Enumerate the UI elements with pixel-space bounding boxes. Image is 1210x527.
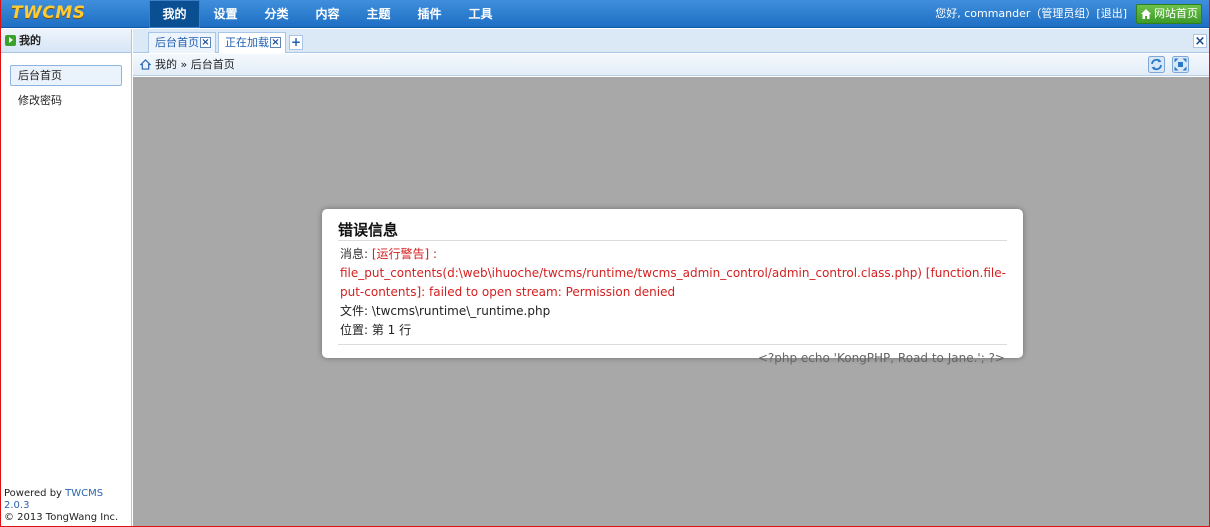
nav-item-tools[interactable]: 工具 [455, 0, 506, 28]
nav-item-themes[interactable]: 主题 [353, 0, 404, 28]
error-position: 位置: 第 1 行 [340, 323, 412, 337]
sidebar-footer: Powered by TWCMS 2.0.3 © 2013 TongWang I… [4, 488, 131, 524]
close-all-tabs-icon[interactable]: × [1193, 34, 1207, 48]
refresh-icon[interactable] [1148, 56, 1165, 73]
sidebar-menu: 后台首页 修改密码 [1, 53, 131, 127]
main-content-area: 错误信息 消息: [运行警告] : file_put_contents(d:\w… [133, 77, 1209, 526]
add-tab-button[interactable]: + [289, 35, 303, 50]
nav-item-settings[interactable]: 设置 [200, 0, 251, 28]
site-home-button[interactable]: 网站首页 [1136, 4, 1202, 24]
error-file: 文件: \twcms\runtime\_runtime.php [340, 304, 551, 318]
nav-item-plugins[interactable]: 插件 [404, 0, 455, 28]
tab-label: 后台首页 [155, 36, 199, 49]
dialog-title: 错误信息 [338, 219, 1007, 241]
expand-arrow-icon [5, 35, 16, 46]
nav-item-mine[interactable]: 我的 [149, 0, 200, 28]
main-nav: 我的 设置 分类 内容 主题 插件 工具 [149, 0, 506, 28]
tab-loading[interactable]: 正在加载 × [218, 32, 286, 53]
app-frame: TWCMS 我的 设置 分类 内容 主题 插件 工具 您好, commander… [0, 0, 1210, 527]
user-greeting: 您好, commander（管理员组） [935, 7, 1097, 20]
close-tab-icon[interactable]: × [200, 37, 211, 48]
sidebar-header: 我的 [1, 29, 131, 53]
message-tag: [运行警告] [371, 247, 430, 261]
twcms-logo: TWCMS [11, 3, 86, 23]
sidebar: 我的 后台首页 修改密码 Powered by TWCMS 2.0.3 © 20… [1, 29, 132, 526]
tab-strip: 后台首页 × 正在加载 × + × [133, 29, 1209, 53]
error-dialog: 错误信息 消息: [运行警告] : file_put_contents(d:\w… [322, 209, 1023, 365]
sidebar-item-dashboard[interactable]: 后台首页 [10, 65, 122, 86]
message-label: 消息: [340, 247, 372, 261]
error-message: 消息: [运行警告] : file_put_contents(d:\web\ih… [338, 245, 1007, 302]
breadcrumb-bar: 我的 » 后台首页 [133, 54, 1209, 76]
message-text: : file_put_contents(d:\web\ihuoche/twcms… [340, 247, 1006, 299]
top-nav-bar: TWCMS 我的 设置 分类 内容 主题 插件 工具 您好, commander… [1, 0, 1209, 28]
sidebar-title: 我的 [19, 34, 41, 47]
close-tab-icon[interactable]: × [270, 37, 281, 48]
fullscreen-icon[interactable] [1172, 56, 1189, 73]
home-icon [1141, 9, 1151, 19]
copyright-text: © 2013 TongWang Inc. [4, 512, 119, 523]
dialog-footer: <?php echo 'KongPHP, Road to Jane.'; ?> [338, 344, 1007, 365]
site-home-label: 网站首页 [1154, 7, 1198, 20]
tab-label: 正在加载 [225, 36, 269, 49]
breadcrumb: 我的 » 后台首页 [155, 58, 235, 71]
sidebar-item-change-password[interactable]: 修改密码 [10, 90, 122, 111]
powered-by-text: Powered by [4, 488, 66, 499]
tab-dashboard[interactable]: 后台首页 × [148, 32, 216, 53]
nav-item-content[interactable]: 内容 [302, 0, 353, 28]
house-icon [140, 59, 151, 70]
user-info: 您好, commander（管理员组）[退出] [935, 0, 1127, 28]
nav-item-categories[interactable]: 分类 [251, 0, 302, 28]
logout-link[interactable]: [退出] [1096, 7, 1127, 20]
